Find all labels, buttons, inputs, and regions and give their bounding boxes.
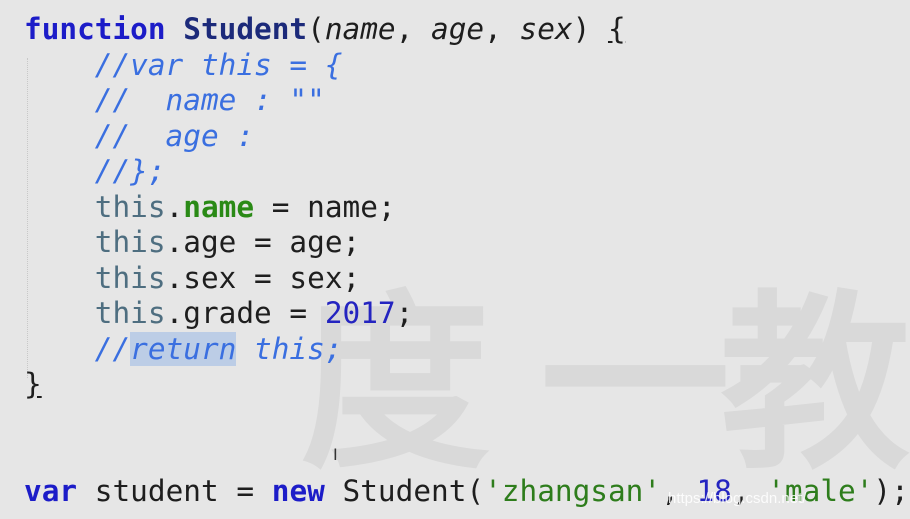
code-line: function Student(name, age, sex) { (24, 12, 909, 48)
function-name-token: Student (183, 12, 308, 46)
param-token: age (431, 12, 485, 46)
selected-text: return (130, 331, 237, 366)
param-token: name (324, 12, 396, 46)
code-text: Student( (324, 473, 485, 508)
keyword-token: var (24, 473, 78, 508)
comment-token: // age : (94, 118, 255, 153)
code-line: this.age = age; (24, 225, 909, 261)
this-token: this (94, 189, 166, 224)
matched-brace: } (24, 367, 42, 401)
code-line: } (24, 367, 909, 403)
code-line: //var this = { (24, 48, 909, 84)
punct: , (484, 12, 520, 46)
string-token: 'zhangsan' (484, 473, 662, 508)
keyword-token: new (271, 473, 325, 508)
code-line: this.sex = sex; (24, 261, 909, 297)
watermark-url: https://blog.csdn.net/ (668, 490, 807, 507)
number-token: 2017 (324, 296, 396, 330)
code-text: = name; (254, 189, 396, 224)
comment-token: //var this = { (94, 47, 343, 82)
this-token: this (94, 296, 166, 330)
keyword-token: function (24, 12, 166, 46)
comment-token: // name : "" (94, 83, 325, 117)
code-text: .age = age; (165, 225, 361, 259)
code-line: this.name = name; (24, 190, 909, 226)
this-token: this (94, 260, 166, 295)
comment-token: this; (236, 331, 343, 366)
matched-brace: { (607, 12, 626, 46)
code-line: // age : (24, 119, 909, 155)
code-text: .sex = sex; (165, 260, 361, 295)
code-editor[interactable]: function Student(name, age, sex) { //var… (24, 12, 909, 509)
code-line: // name : "" (24, 83, 909, 119)
this-token: this (94, 225, 166, 259)
punct: ; (395, 296, 414, 330)
code-line: //}; (24, 154, 909, 190)
code-text: .grade = (165, 296, 325, 330)
comment-token: //}; (94, 154, 166, 188)
punct: ) (572, 12, 608, 46)
property-token: name (183, 189, 255, 224)
comment-token: // (94, 331, 131, 366)
punct: ); (873, 473, 909, 508)
punct: ( (307, 12, 325, 46)
param-token: sex (519, 12, 573, 46)
punct: . (165, 189, 184, 224)
code-line: this.grade = 2017; (24, 296, 909, 332)
code-text: student = (77, 473, 272, 508)
punct: , (395, 12, 432, 46)
code-line: //return this; (24, 331, 909, 368)
